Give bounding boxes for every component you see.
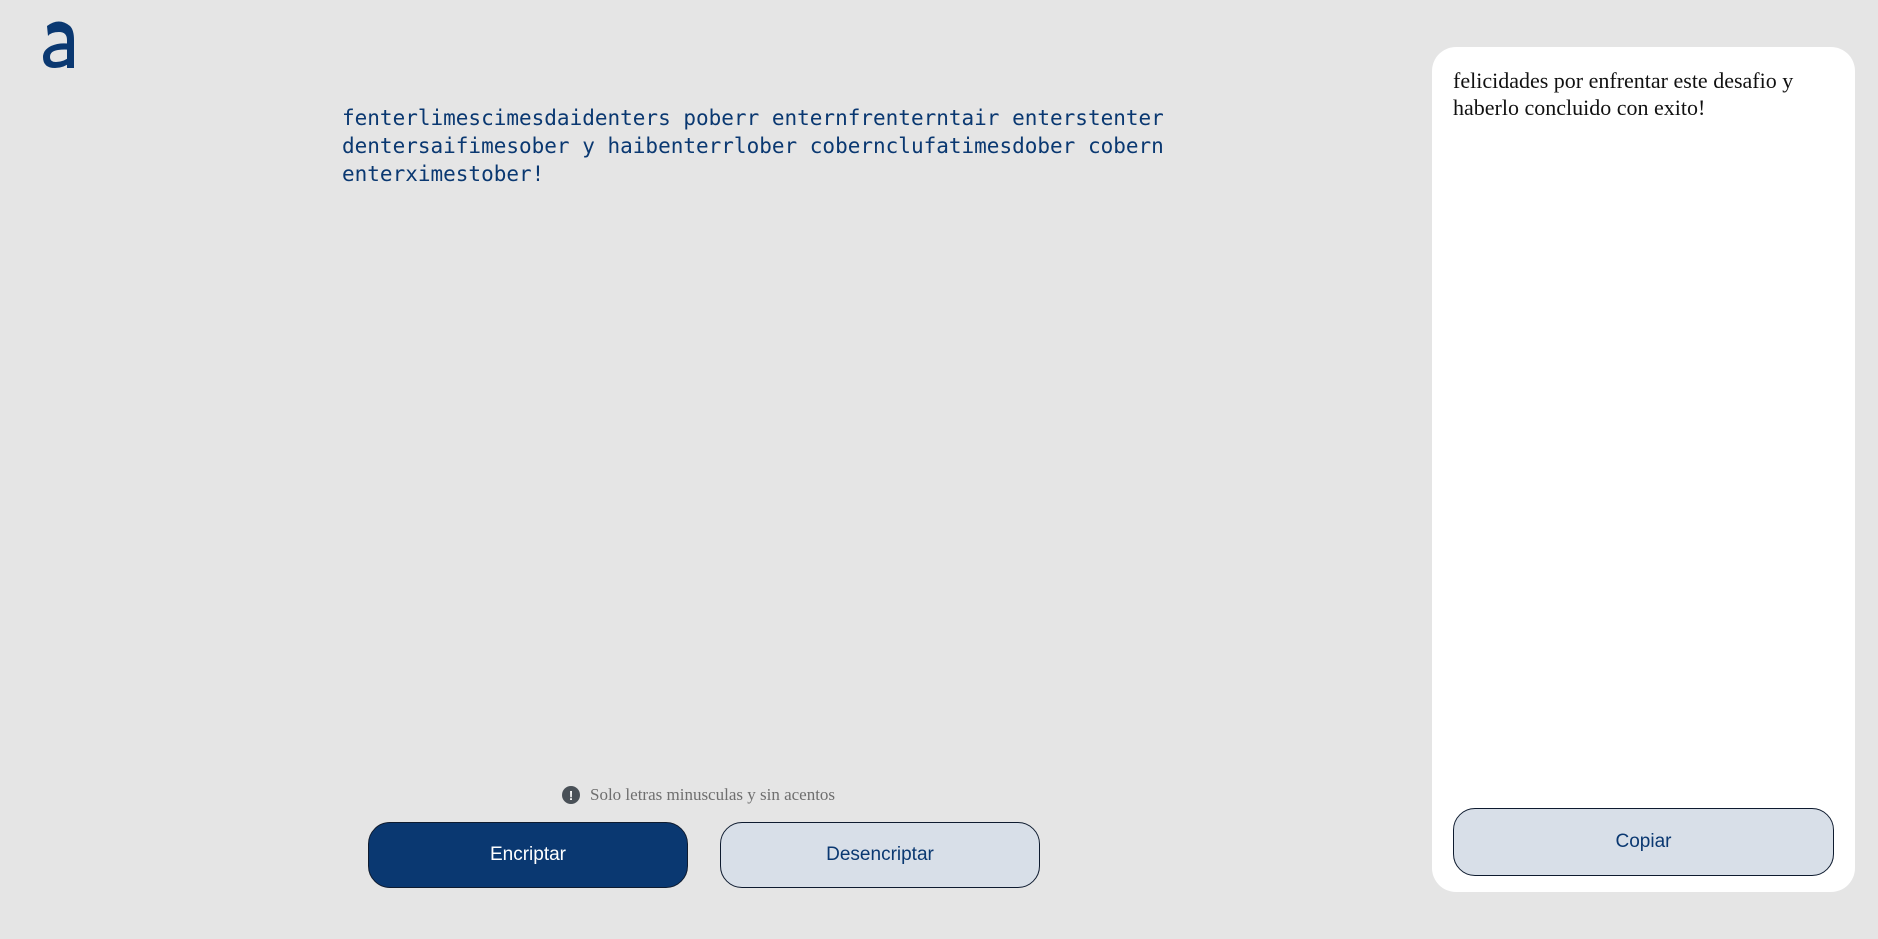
output-message: felicidades por enfrentar este desafio y… [1453,68,1794,120]
encryptor-app: ! Solo letras minusculas y sin acentos E… [0,0,1878,939]
input-hint: ! Solo letras minusculas y sin acentos [562,783,835,807]
message-input[interactable] [342,104,1212,704]
alura-logo-icon [43,21,74,68]
output-panel: felicidades por enfrentar este desafio y… [1432,47,1855,892]
decrypt-button[interactable]: Desencriptar [720,822,1040,888]
copy-button[interactable]: Copiar [1453,808,1834,876]
input-hint-text: Solo letras minusculas y sin acentos [590,785,836,804]
exclamation-circle-icon: ! [562,786,580,804]
encrypt-button[interactable]: Encriptar [368,822,688,888]
